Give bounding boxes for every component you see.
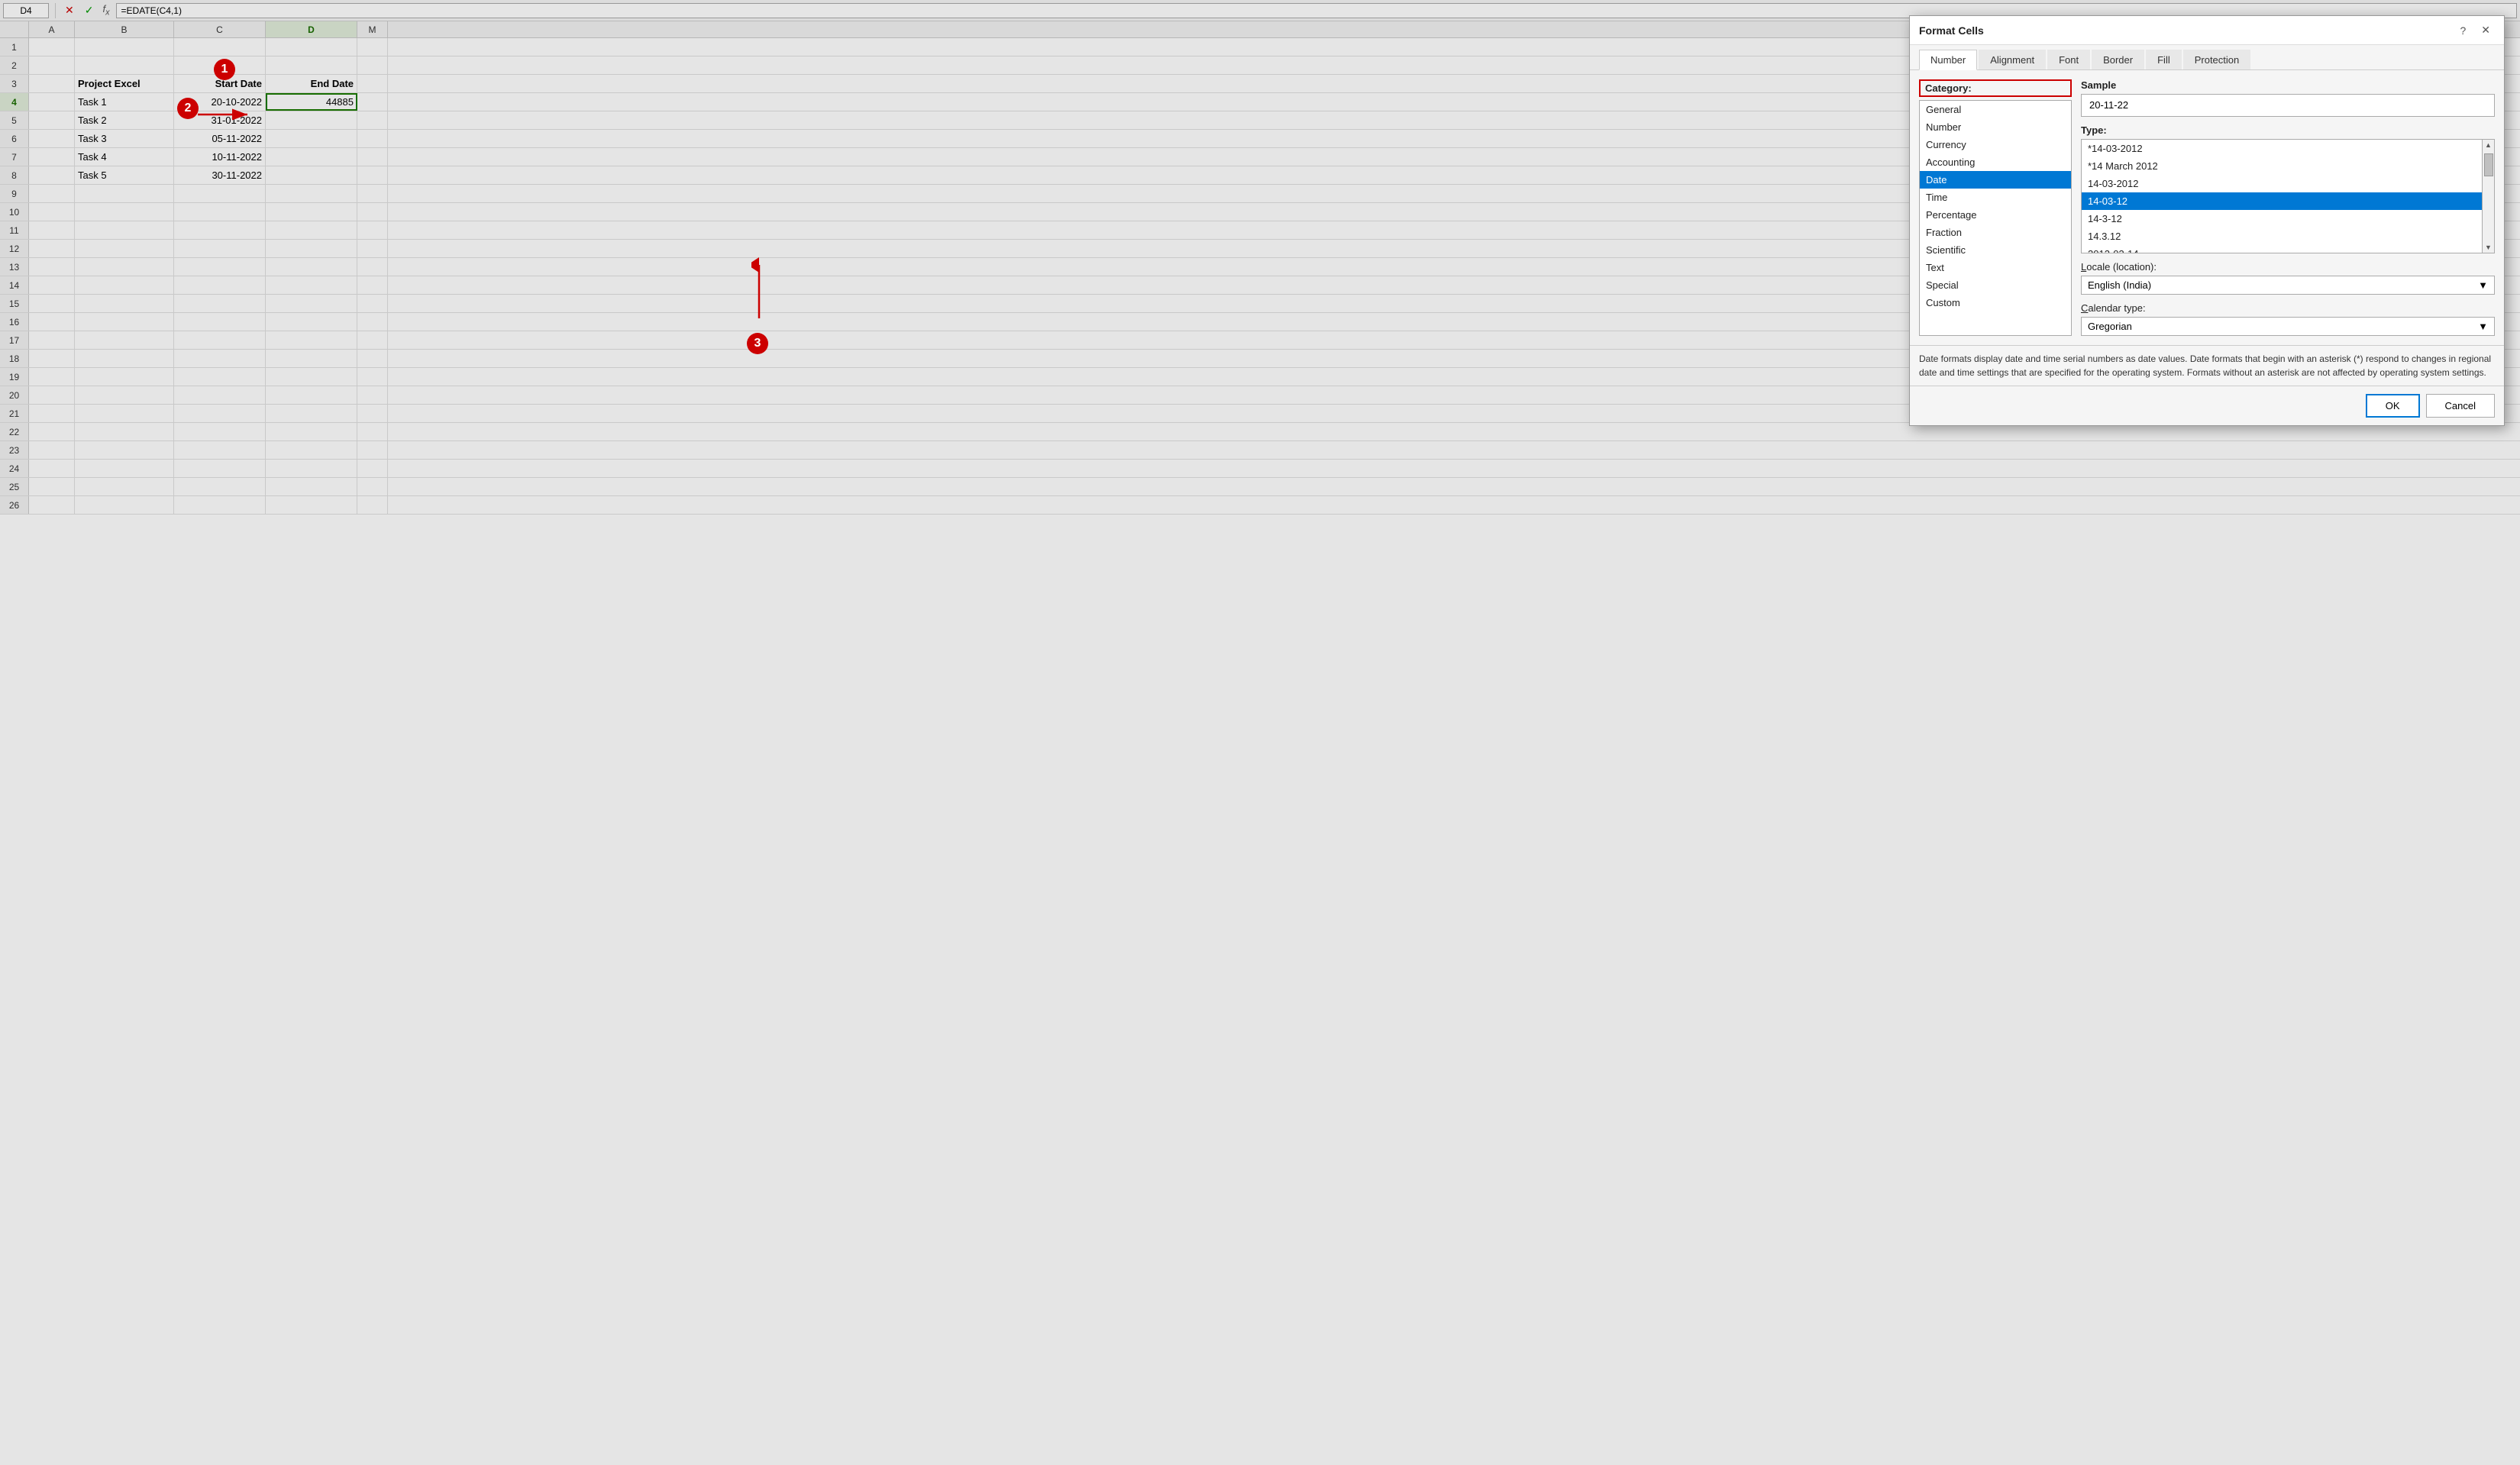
tab-fill[interactable]: Fill [2146, 50, 2182, 69]
type-item-5[interactable]: 14.3.12 [2082, 227, 2482, 245]
dialog-title: Format Cells [1919, 24, 1984, 37]
locale-label: Locale (location): [2081, 261, 2495, 273]
category-scientific[interactable]: Scientific [1920, 241, 2071, 259]
sample-box: 20-11-22 [2081, 94, 2495, 117]
category-custom[interactable]: Custom [1920, 294, 2071, 311]
dialog-title-icons: ? ✕ [2455, 22, 2495, 38]
category-text[interactable]: Text [1920, 259, 2071, 276]
sample-section: Sample 20-11-22 [2081, 79, 2495, 117]
calendar-dropdown[interactable]: Gregorian ▼ [2081, 317, 2495, 336]
calendar-section: Calendar type: Gregorian ▼ [2081, 302, 2495, 336]
dialog-footer: OK Cancel [1910, 386, 2504, 425]
type-label: Type: [2081, 124, 2495, 136]
format-panel: Sample 20-11-22 Type: *14-03-2012 *14 Ma… [2081, 79, 2495, 336]
annotation-2: 2 [177, 98, 199, 119]
close-button[interactable]: ✕ [2476, 22, 2495, 38]
category-time[interactable]: Time [1920, 189, 2071, 206]
category-accounting[interactable]: Accounting [1920, 153, 2071, 171]
type-section: Type: *14-03-2012 *14 March 2012 14-03-2… [2081, 124, 2495, 253]
scrollbar-thumb[interactable] [2484, 153, 2493, 176]
category-panel: Category: General Number Currency Accoun… [1919, 79, 2072, 336]
scroll-up-btn[interactable]: ▲ [2483, 140, 2494, 150]
type-item-0[interactable]: *14-03-2012 [2082, 140, 2482, 157]
category-fraction[interactable]: Fraction [1920, 224, 2071, 241]
tab-alignment[interactable]: Alignment [1979, 50, 2046, 69]
dialog-tabs: Number Alignment Font Border Fill Protec… [1910, 45, 2504, 70]
calendar-dropdown-arrow-icon: ▼ [2478, 321, 2488, 332]
category-currency[interactable]: Currency [1920, 136, 2071, 153]
sample-label: Sample [2081, 79, 2495, 91]
annotation-3: 3 [747, 333, 768, 354]
dialog-body: Category: General Number Currency Accoun… [1910, 70, 2504, 345]
tab-border[interactable]: Border [2092, 50, 2144, 69]
category-list[interactable]: General Number Currency Accounting Date … [1919, 100, 2072, 336]
category-general[interactable]: General [1920, 101, 2071, 118]
calendar-value: Gregorian [2088, 321, 2132, 332]
locale-dropdown[interactable]: English (India) ▼ [2081, 276, 2495, 295]
dialog-overlay: Format Cells ? ✕ Number Alignment Font B… [0, 0, 2520, 1465]
cancel-button[interactable]: Cancel [2426, 394, 2495, 418]
category-label: Category: [1919, 79, 2072, 97]
type-item-2[interactable]: 14-03-2012 [2082, 175, 2482, 192]
type-scrollbar[interactable]: ▲ ▼ [2483, 139, 2495, 253]
category-percentage[interactable]: Percentage [1920, 206, 2071, 224]
locale-dropdown-arrow-icon: ▼ [2478, 279, 2488, 291]
ok-button[interactable]: OK [2366, 394, 2420, 418]
type-item-6[interactable]: 2012-03-14 [2082, 245, 2482, 253]
format-cells-dialog: Format Cells ? ✕ Number Alignment Font B… [1909, 15, 2505, 426]
locale-value: English (India) [2088, 279, 2151, 291]
description-text: Date formats display date and time seria… [1910, 345, 2504, 386]
tab-protection[interactable]: Protection [2183, 50, 2251, 69]
scroll-down-btn[interactable]: ▼ [2483, 242, 2494, 253]
type-item-3[interactable]: 14-03-12 [2082, 192, 2482, 210]
annotation-1: 1 [214, 59, 235, 80]
category-date[interactable]: Date [1920, 171, 2071, 189]
help-button[interactable]: ? [2455, 23, 2470, 38]
dialog-titlebar: Format Cells ? ✕ [1910, 16, 2504, 45]
category-special[interactable]: Special [1920, 276, 2071, 294]
locale-section: Locale (location): English (India) ▼ [2081, 261, 2495, 295]
type-item-1[interactable]: *14 March 2012 [2082, 157, 2482, 175]
type-list[interactable]: *14-03-2012 *14 March 2012 14-03-2012 14… [2081, 139, 2483, 253]
category-number[interactable]: Number [1920, 118, 2071, 136]
type-item-4[interactable]: 14-3-12 [2082, 210, 2482, 227]
calendar-label-text: Calendar type: [2081, 302, 2146, 314]
tab-font[interactable]: Font [2047, 50, 2090, 69]
tab-number[interactable]: Number [1919, 50, 1977, 70]
calendar-label: Calendar type: [2081, 302, 2495, 314]
type-list-wrapper: *14-03-2012 *14 March 2012 14-03-2012 14… [2081, 139, 2495, 253]
scrollbar-track [2483, 150, 2494, 242]
